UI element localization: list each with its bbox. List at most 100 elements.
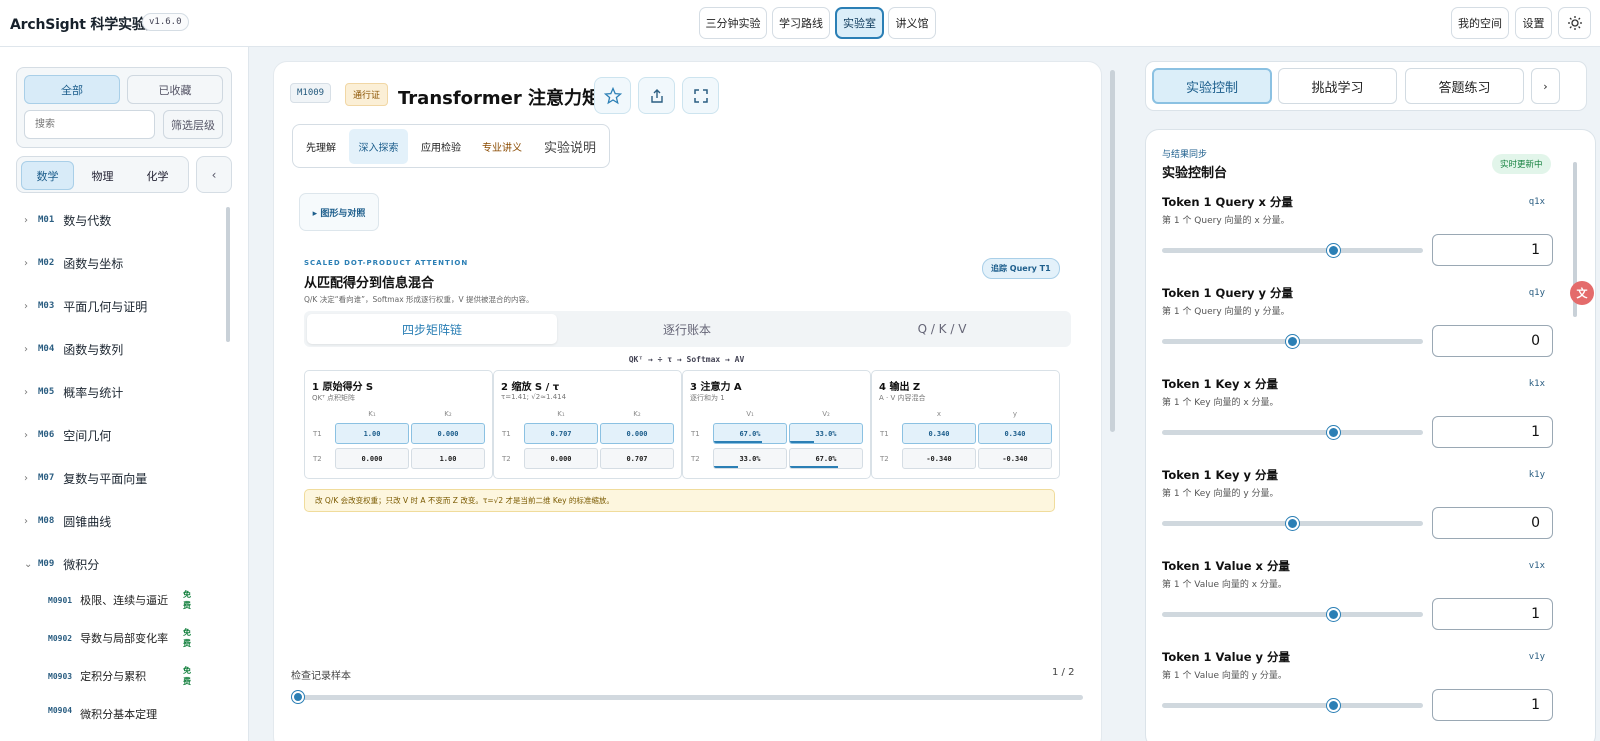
filter-all-button[interactable]: 全部 bbox=[24, 75, 120, 104]
lesson-item[interactable]: M0903 定积分与累积 免费 bbox=[48, 666, 191, 686]
tab-deep-explore[interactable]: 深入探索 bbox=[349, 129, 408, 164]
matrix-cell[interactable]: 0.340 bbox=[978, 423, 1052, 444]
column-header: V₂ bbox=[822, 410, 830, 418]
matrix-cell[interactable]: 1.00 bbox=[411, 448, 485, 469]
tab-challenge[interactable]: 挑战学习 bbox=[1278, 68, 1397, 104]
param-key: v1y bbox=[1528, 652, 1545, 662]
matrix-cell[interactable]: 0.000 bbox=[335, 448, 409, 469]
matrix-cell[interactable]: 67.0% bbox=[789, 448, 863, 469]
matrix-cell[interactable]: 0.707 bbox=[524, 423, 598, 444]
nav-my-space[interactable]: 我的空间 bbox=[1451, 7, 1509, 39]
matrix-cell[interactable]: 0.000 bbox=[600, 423, 674, 444]
module-item[interactable]: › M02 函数与坐标 bbox=[24, 253, 123, 273]
matrix-card: 4 输出 ZA · V 内容混合 x y T1 0.340 0.340 T2 -0.340 -0… bbox=[871, 370, 1060, 479]
subject-physics[interactable]: 物理 bbox=[76, 161, 129, 190]
param-number-input[interactable]: 0 bbox=[1432, 325, 1553, 357]
param-slider-thumb[interactable] bbox=[1327, 426, 1340, 439]
module-item[interactable]: › M03 平面几何与证明 bbox=[24, 296, 147, 316]
matrix-cell[interactable]: 0.340 bbox=[902, 423, 976, 444]
matrix-cell[interactable]: -0.340 bbox=[902, 448, 976, 469]
tab-application[interactable]: 应用检验 bbox=[412, 129, 470, 164]
fullscreen-button[interactable] bbox=[682, 77, 719, 114]
module-item[interactable]: › M06 空间几何 bbox=[24, 425, 111, 445]
param-slider-track[interactable] bbox=[1162, 703, 1423, 708]
translate-icon[interactable]: 文 bbox=[1570, 281, 1594, 305]
favorite-button[interactable] bbox=[594, 77, 631, 114]
sample-slider-thumb[interactable] bbox=[292, 691, 304, 703]
matrix-cell[interactable]: 33.0% bbox=[713, 448, 787, 469]
param-slider-track[interactable] bbox=[1162, 248, 1423, 253]
content-scrollbar[interactable] bbox=[1110, 70, 1115, 432]
lesson-name: 微积分基本定理 bbox=[80, 708, 158, 720]
param-slider-thumb[interactable] bbox=[1286, 517, 1299, 530]
param-number-input[interactable]: 0 bbox=[1432, 507, 1553, 539]
param-description: 第 1 个 Query 向量的 y 分量。 bbox=[1162, 307, 1290, 317]
matrix-cell[interactable]: 33.0% bbox=[789, 423, 863, 444]
module-code: M05 bbox=[38, 387, 55, 397]
tab-instructions[interactable]: 实验说明 bbox=[536, 129, 604, 164]
param-number-input[interactable]: 1 bbox=[1432, 416, 1553, 448]
tab-pro-notes[interactable]: 专业讲义 bbox=[473, 129, 531, 164]
module-item[interactable]: › M04 函数与数列 bbox=[24, 339, 123, 359]
tab-experiment-control[interactable]: 实验控制 bbox=[1152, 68, 1272, 104]
filter-panel: 全部 已收藏 筛选层级 bbox=[16, 67, 232, 148]
sample-slider-track[interactable] bbox=[291, 695, 1083, 700]
chevron-right-icon: › bbox=[24, 257, 28, 269]
search-input[interactable] bbox=[24, 110, 155, 139]
lesson-name: 定积分与累积 bbox=[80, 670, 147, 683]
param-slider-thumb[interactable] bbox=[1327, 699, 1340, 712]
nav-lecture-hall[interactable]: 讲义馆 bbox=[888, 7, 936, 39]
view-tab-qkv[interactable]: Q / K / V bbox=[817, 314, 1067, 344]
param-number-input[interactable]: 1 bbox=[1432, 598, 1553, 630]
param-slider-thumb[interactable] bbox=[1327, 608, 1340, 621]
subject-math[interactable]: 数学 bbox=[21, 161, 74, 190]
tab-quiz[interactable]: 答题练习 bbox=[1405, 68, 1524, 104]
level-filter-button[interactable]: 筛选层级 bbox=[163, 110, 223, 139]
view-tab-matrix-chain[interactable]: 四步矩阵链 bbox=[307, 314, 557, 344]
card-subtitle: τ=1.41; √2≈1.414 bbox=[501, 393, 567, 401]
param-slider-track[interactable] bbox=[1162, 430, 1423, 435]
module-item[interactable]: › M07 复数与平面向量 bbox=[24, 468, 147, 488]
matrix-cell[interactable]: 0.000 bbox=[524, 448, 598, 469]
param-slider-thumb[interactable] bbox=[1327, 244, 1340, 257]
view-tab-row-ledger[interactable]: 逐行账本 bbox=[562, 314, 812, 344]
theme-toggle-button[interactable] bbox=[1558, 7, 1591, 39]
more-tabs-button[interactable]: › bbox=[1531, 68, 1560, 104]
param-number-input[interactable]: 1 bbox=[1432, 689, 1553, 721]
lesson-item[interactable]: M0902 导数与局部变化率 免费 bbox=[48, 628, 191, 648]
trace-query-button[interactable]: 追踪 Query T1 bbox=[982, 258, 1060, 279]
module-code: M09 bbox=[38, 559, 55, 569]
matrix-cell[interactable]: 0.707 bbox=[600, 448, 674, 469]
param-number-input[interactable]: 1 bbox=[1432, 234, 1553, 266]
row-label: T2 bbox=[691, 455, 700, 463]
nav-lab[interactable]: 实验室 bbox=[835, 7, 884, 39]
nav-learning-path[interactable]: 学习路线 bbox=[772, 7, 830, 39]
nav-settings[interactable]: 设置 bbox=[1515, 7, 1552, 39]
collapse-sidebar-button[interactable]: ‹ bbox=[196, 156, 232, 193]
module-item-expanded[interactable]: ⌄ M09 微积分 bbox=[24, 554, 99, 574]
matrix-cell[interactable]: 0.000 bbox=[411, 423, 485, 444]
matrix-cell[interactable]: -0.340 bbox=[978, 448, 1052, 469]
sidebar: 全部 已收藏 筛选层级 数学 物理 化学 ‹ › M01 数与代数 › M02 函数与坐… bbox=[0, 47, 249, 741]
filter-favorites-button[interactable]: 已收藏 bbox=[127, 75, 223, 104]
param-slider-track[interactable] bbox=[1162, 612, 1423, 617]
tab-understand[interactable]: 先理解 bbox=[297, 129, 345, 164]
matrix-cell[interactable]: 67.0% bbox=[713, 423, 787, 444]
module-item[interactable]: › M01 数与代数 bbox=[24, 210, 111, 230]
subject-chemistry[interactable]: 化学 bbox=[131, 161, 184, 190]
sidebar-scrollbar[interactable] bbox=[226, 207, 230, 342]
figure-toggle[interactable]: ▸ 图形与对照 bbox=[299, 193, 379, 231]
app-brand[interactable]: ArchSight 科学实验室 bbox=[10, 14, 160, 34]
param-slider-thumb[interactable] bbox=[1286, 335, 1299, 348]
nav-three-minute[interactable]: 三分钟实验 bbox=[699, 7, 767, 39]
param-key: k1y bbox=[1528, 470, 1545, 480]
module-item[interactable]: › M05 概率与统计 bbox=[24, 382, 123, 402]
module-item[interactable]: › M08 圆锥曲线 bbox=[24, 511, 111, 531]
chevron-right-icon: › bbox=[24, 214, 28, 226]
lesson-item[interactable]: M0901 极限、连续与逼近 免费 bbox=[48, 590, 191, 610]
right-panel-tabs: 实验控制 挑战学习 答题练习 › bbox=[1145, 61, 1587, 111]
lesson-item[interactable]: M0904微积分基本定理免费 bbox=[48, 706, 157, 720]
share-button[interactable] bbox=[638, 77, 675, 114]
matrix-cell[interactable]: 1.00 bbox=[335, 423, 409, 444]
column-header: K₂ bbox=[444, 410, 452, 418]
